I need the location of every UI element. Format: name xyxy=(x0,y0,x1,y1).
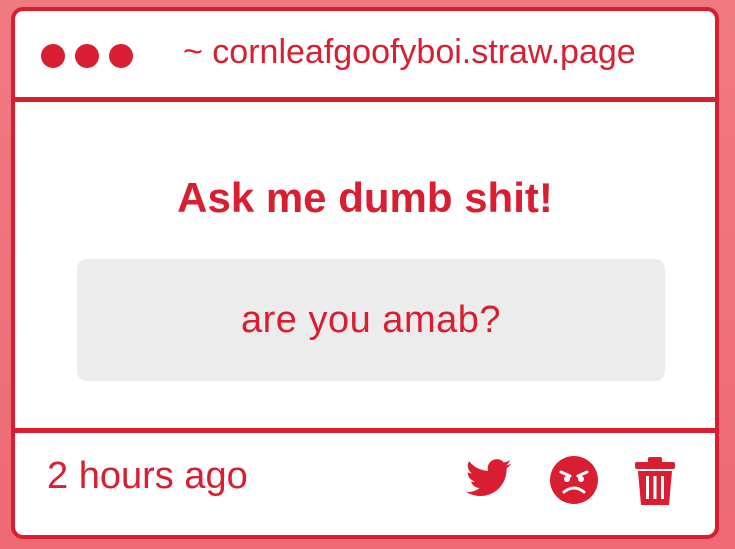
delete-button[interactable] xyxy=(633,455,677,512)
title-bar: ~ cornleafgoofyboi.straw.page xyxy=(15,11,715,102)
react-angry-button[interactable] xyxy=(549,455,599,510)
page-url[interactable]: ~ cornleafgoofyboi.straw.page xyxy=(183,33,636,72)
angry-face-icon xyxy=(550,456,598,504)
card-content: Ask me dumb shit! are you amab? xyxy=(15,102,715,438)
question-text: are you amab? xyxy=(241,298,501,341)
window-controls xyxy=(41,44,133,68)
card-footer: 2 hours ago xyxy=(15,428,715,535)
window-dot-1[interactable] xyxy=(41,44,65,68)
twitter-icon xyxy=(466,459,512,497)
window-dot-3[interactable] xyxy=(109,44,133,68)
timestamp: 2 hours ago xyxy=(47,455,248,497)
card-window: ~ cornleafgoofyboi.straw.page Ask me dum… xyxy=(11,7,719,539)
window-dot-2[interactable] xyxy=(75,44,99,68)
trash-icon xyxy=(635,457,675,505)
question-box: are you amab? xyxy=(77,259,665,381)
page-title: Ask me dumb shit! xyxy=(177,174,553,221)
twitter-share-button[interactable] xyxy=(463,455,515,506)
